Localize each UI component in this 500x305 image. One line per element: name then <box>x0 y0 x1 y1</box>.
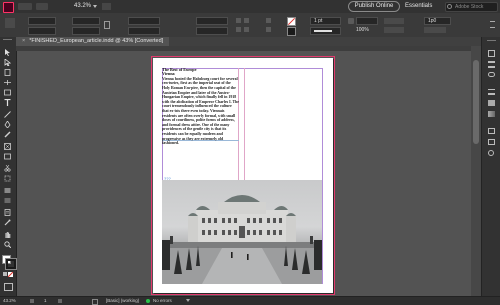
dock-collapse-icon[interactable] <box>487 40 496 41</box>
zoom-tool-icon[interactable] <box>4 241 11 248</box>
swatches-panel-icon[interactable] <box>488 100 495 106</box>
pages-panel-icon[interactable] <box>488 50 495 57</box>
y-position-field[interactable] <box>28 27 56 35</box>
gradient-tool-icon[interactable] <box>4 187 11 194</box>
bridge-button[interactable] <box>18 3 32 10</box>
scale-x-field[interactable] <box>128 17 160 25</box>
default-colors-icon[interactable] <box>3 272 7 276</box>
fill-swatch[interactable] <box>287 17 296 26</box>
search-icon <box>447 4 452 9</box>
close-icon[interactable]: × <box>22 38 25 44</box>
scissors-tool-icon[interactable] <box>4 165 11 172</box>
links-panel-icon[interactable] <box>488 72 495 77</box>
stroke-swatch[interactable] <box>287 27 296 36</box>
free-transform-tool-icon[interactable] <box>4 175 11 182</box>
zoom-percent-field[interactable]: 100% <box>356 27 369 34</box>
text-frame[interactable]: The Best of Europe Vienna Vienna hosted … <box>162 67 239 145</box>
panel-menu-icon[interactable] <box>490 21 495 28</box>
status-zoom-field[interactable]: 43.2% <box>3 297 16 304</box>
document-page[interactable]: The Best of Europe Vienna Vienna hosted … <box>151 56 335 295</box>
flip-h-button[interactable] <box>236 27 241 32</box>
vertical-scrollbar[interactable] <box>471 46 481 296</box>
select-content-button[interactable] <box>266 27 271 32</box>
stroke-weight-field[interactable]: 1 pt <box>310 17 341 25</box>
preflight-status-text: No errors <box>153 298 172 303</box>
hand-tool-icon[interactable] <box>4 231 11 238</box>
rotate-cw-button[interactable] <box>236 18 241 23</box>
color-panel-icon[interactable] <box>488 111 495 117</box>
apply-none-icon[interactable] <box>8 272 13 277</box>
reference-point-icon[interactable] <box>5 18 15 28</box>
cc-libraries-icon[interactable] <box>488 128 495 134</box>
article-body: Vienna hosted the Habsburg court for sev… <box>162 76 239 146</box>
eyedropper-tool-icon[interactable] <box>4 219 11 226</box>
stroke-panel-icon[interactable] <box>488 89 495 95</box>
width-field[interactable] <box>72 17 100 25</box>
line-tool-icon[interactable] <box>4 111 11 118</box>
opacity-field[interactable] <box>356 17 378 25</box>
fill-stroke-swatches-icon[interactable] <box>2 255 17 270</box>
constrain-proportions-icon[interactable] <box>104 21 110 29</box>
screen-mode-icon[interactable] <box>4 283 13 291</box>
flip-v-button[interactable] <box>244 27 249 32</box>
effects-icon[interactable] <box>348 18 354 24</box>
content-collector-icon[interactable] <box>4 89 11 96</box>
arrange-documents-button[interactable] <box>102 3 111 10</box>
stroke-style-field[interactable] <box>310 27 341 35</box>
publish-online-button[interactable]: Publish Online <box>348 1 400 12</box>
scale-y-field[interactable] <box>128 27 160 35</box>
tools-panel <box>0 37 17 296</box>
height-field[interactable] <box>72 27 100 35</box>
app-logo <box>3 2 14 13</box>
frame-fitting-icons[interactable] <box>424 27 446 33</box>
select-container-button[interactable] <box>266 18 271 23</box>
zoom-level-field[interactable]: 43.2% <box>74 3 91 10</box>
pencil-tool-icon[interactable] <box>4 131 11 138</box>
x-position-field[interactable] <box>28 17 56 25</box>
toolbar-collapse-icon[interactable] <box>3 39 12 42</box>
shear-field[interactable] <box>196 27 228 35</box>
type-tool-icon[interactable] <box>4 99 11 106</box>
page-tool-icon[interactable] <box>4 69 11 76</box>
view-options-button[interactable] <box>36 3 48 10</box>
layers-panel-icon[interactable] <box>488 61 495 68</box>
preflight-profile[interactable]: [Basic] (working) <box>106 297 139 304</box>
control-panel: 1 pt 100% 1p0 <box>0 13 500 38</box>
workspace-switcher[interactable]: Essentials <box>405 3 432 10</box>
direct-selection-tool-icon[interactable] <box>4 59 11 66</box>
align-icons[interactable] <box>384 27 404 33</box>
scrollbar-thumb[interactable] <box>473 60 479 144</box>
page-number-field[interactable]: 1 <box>44 297 47 304</box>
panel-dock <box>481 37 500 296</box>
application-bar: 43.2% Publish Online Essentials Adobe St… <box>0 0 500 14</box>
preflight-status-icon <box>146 299 150 303</box>
selection-tool-icon[interactable] <box>4 49 11 56</box>
open-in-window-icon[interactable] <box>92 299 98 305</box>
document-tab-title: *FINISHED_European_article.indd @ 43% [C… <box>29 38 164 44</box>
next-page-button[interactable] <box>58 299 62 303</box>
rotate-ccw-button[interactable] <box>244 18 249 23</box>
text-wrap-panel-icon[interactable] <box>488 139 495 145</box>
text-wrap-icons[interactable] <box>384 18 404 24</box>
gap-tool-icon[interactable] <box>4 79 11 86</box>
effects-panel-icon[interactable] <box>488 150 494 156</box>
first-page-button[interactable] <box>30 299 34 303</box>
rectangle-tool-icon[interactable] <box>4 153 11 160</box>
palace-photo[interactable] <box>162 180 322 284</box>
stock-search-input[interactable]: Adobe Stock <box>445 2 498 12</box>
zoom-dropdown-icon[interactable] <box>93 5 97 8</box>
document-tab[interactable]: × *FINISHED_European_article.indd @ 43% [… <box>16 37 170 46</box>
gradient-feather-tool-icon[interactable] <box>4 197 11 204</box>
gutter-field[interactable]: 1p0 <box>424 17 451 25</box>
rotation-field[interactable] <box>196 17 228 25</box>
preflight-menu-icon[interactable] <box>186 299 190 302</box>
pen-tool-icon[interactable] <box>4 121 11 128</box>
rectangle-frame-tool-icon[interactable] <box>4 143 11 150</box>
note-tool-icon[interactable] <box>4 209 11 216</box>
